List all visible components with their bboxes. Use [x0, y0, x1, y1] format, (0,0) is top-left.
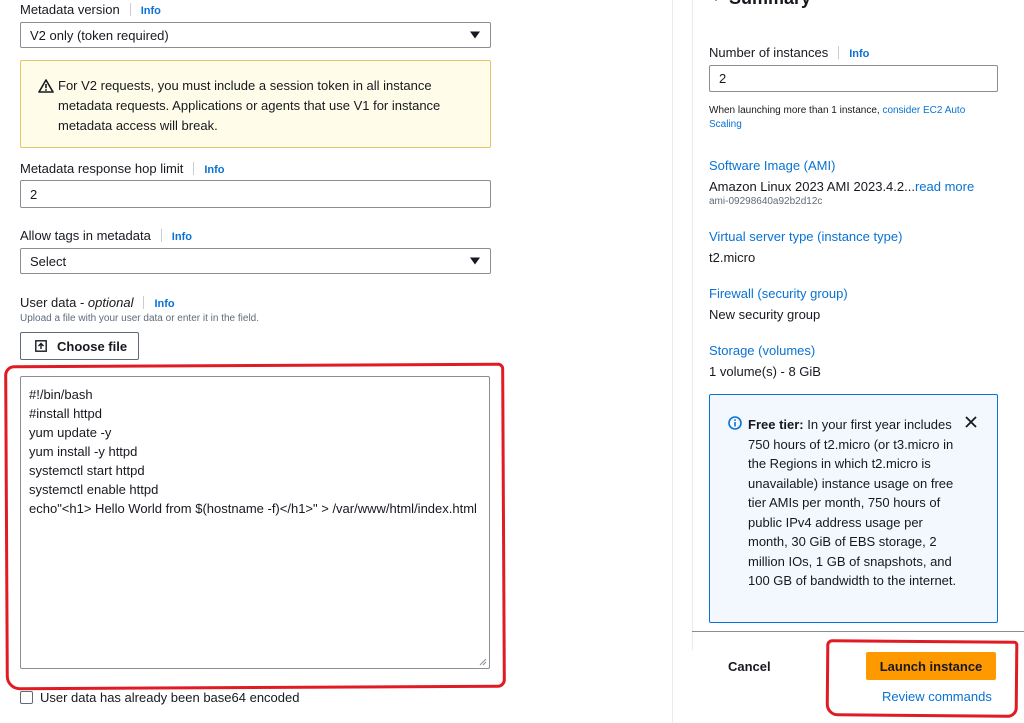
code-line: echo"<h1> Hello World from $(hostname -f… [29, 501, 477, 516]
caret-down-icon [715, 0, 717, 1]
metadata-version-label-row: Metadata version Info [20, 2, 161, 17]
choose-file-label: Choose file [57, 338, 128, 354]
hop-limit-label-row: Metadata response hop limit Info [20, 161, 224, 176]
caret-down-icon [470, 31, 480, 39]
caret-down-icon [470, 257, 480, 265]
warning-text: For V2 requests, you must include a sess… [58, 78, 441, 133]
code-line: #!/bin/bash [29, 387, 93, 402]
allow-tags-info-link[interactable]: Info [172, 231, 192, 243]
user-data-info-link[interactable]: Info [154, 298, 174, 310]
storage-value: 1 volume(s) - 8 GiB [709, 364, 821, 379]
choose-file-button[interactable]: Choose file [20, 332, 139, 360]
autoscale-hint: When launching more than 1 instance, con… [709, 104, 989, 132]
separator [193, 162, 195, 175]
metadata-version-select[interactable]: V2 only (token required) [20, 22, 491, 48]
info-circle-icon [728, 416, 742, 430]
instances-info-link[interactable]: Info [849, 48, 869, 60]
separator [129, 3, 131, 16]
warning-icon [38, 79, 54, 93]
instances-value: 2 [719, 71, 727, 86]
code-line: #install httpd [29, 406, 102, 421]
free-tier-alert: Free tier: In your first year includes 7… [709, 394, 998, 623]
allow-tags-value: Select [30, 253, 67, 269]
ami-heading-link[interactable]: Software Image (AMI) [709, 158, 835, 173]
free-tier-text: Free tier: In your first year includes 7… [748, 415, 958, 591]
cancel-button[interactable]: Cancel [728, 659, 771, 674]
code-line: yum update -y [29, 425, 112, 440]
hop-limit-info-link[interactable]: Info [204, 164, 224, 176]
close-icon[interactable] [965, 416, 977, 428]
ami-id: ami-09298640a92b2d12c [709, 196, 823, 207]
metadata-warning-alert: For V2 requests, you must include a sess… [20, 60, 491, 148]
upload-icon [35, 340, 47, 352]
base64-checkbox-label: User data has already been base64 encode… [40, 690, 300, 705]
user-data-label: User data - [20, 295, 88, 310]
separator [160, 229, 162, 242]
code-line: yum install -y httpd [29, 444, 138, 459]
firewall-heading-link[interactable]: Firewall (security group) [709, 286, 848, 301]
metadata-version-label: Metadata version [20, 2, 120, 17]
user-data-description: Upload a file with your user data or ent… [20, 313, 260, 324]
footer-divider [692, 631, 1024, 632]
separator [838, 46, 840, 59]
separator [143, 296, 145, 309]
summary-header[interactable]: Summary [711, 0, 811, 9]
user-data-textarea[interactable]: #!/bin/bash #install httpd yum update -y… [20, 376, 490, 669]
ami-value: Amazon Linux 2023 AMI 2023.4.2... [709, 179, 915, 194]
user-data-label-row: User data - optional Info [20, 295, 175, 310]
ami-value-row: Amazon Linux 2023 AMI 2023.4.2...read mo… [709, 179, 974, 194]
free-tier-body: In your first year includes 750 hours of… [748, 417, 957, 588]
code-line: systemctl start httpd [29, 463, 145, 478]
hop-limit-label: Metadata response hop limit [20, 161, 184, 176]
code-line: systemctl enable httpd [29, 482, 159, 497]
instances-input[interactable]: 2 [709, 65, 998, 92]
autoscale-prefix: When launching more than 1 instance, [709, 105, 883, 116]
instances-label-row: Number of instances Info [709, 45, 869, 60]
instances-label: Number of instances [709, 45, 829, 60]
firewall-value: New security group [709, 307, 821, 322]
hop-limit-value: 2 [30, 186, 38, 202]
metadata-version-info-link[interactable]: Info [141, 5, 161, 17]
base64-checkbox[interactable] [20, 691, 33, 704]
free-tier-bold: Free tier: [748, 417, 804, 432]
resize-handle-icon[interactable] [479, 658, 487, 666]
allow-tags-label-row: Allow tags in metadata Info [20, 228, 192, 243]
instance-type-value: t2.micro [709, 250, 756, 265]
launch-instance-button[interactable]: Launch instance [866, 652, 996, 680]
ami-read-more-link[interactable]: read more [915, 179, 974, 194]
allow-tags-select[interactable]: Select [20, 248, 491, 274]
base64-checkbox-row[interactable]: User data has already been base64 encode… [20, 690, 299, 705]
allow-tags-label: Allow tags in metadata [20, 228, 151, 243]
hop-limit-input[interactable]: 2 [20, 180, 491, 208]
review-commands-link[interactable]: Review commands [882, 689, 992, 704]
storage-heading-link[interactable]: Storage (volumes) [709, 343, 815, 358]
metadata-version-value: V2 only (token required) [30, 27, 169, 43]
user-data-optional: optional [87, 295, 134, 310]
column-divider [672, 0, 673, 723]
summary-title: Summary [729, 0, 811, 9]
instance-type-heading-link[interactable]: Virtual server type (instance type) [709, 229, 902, 244]
